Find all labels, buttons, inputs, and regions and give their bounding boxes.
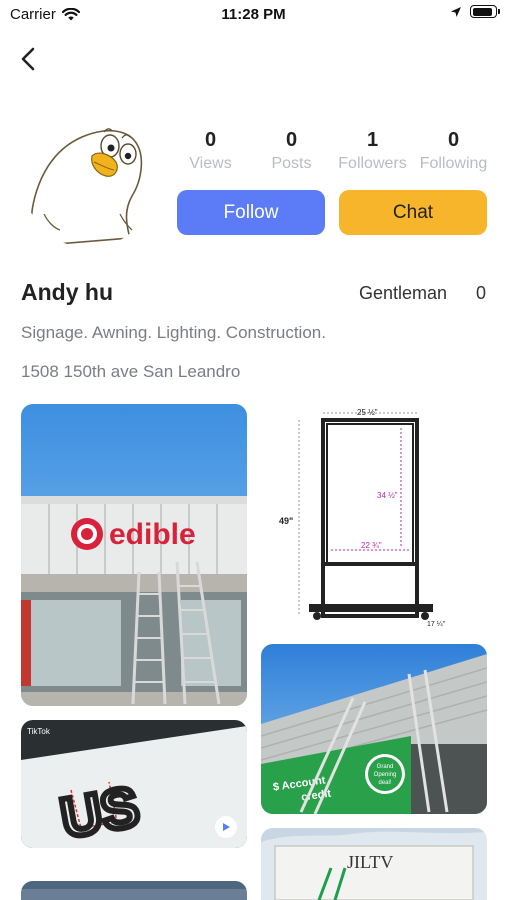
dim-inner-width-label: 22 ¾"	[361, 541, 382, 550]
follow-button[interactable]: Follow	[177, 190, 325, 235]
post-card-sky-partial[interactable]	[21, 881, 247, 900]
chevron-left-icon	[21, 47, 35, 71]
status-bar: Carrier 11:28 PM	[0, 0, 507, 30]
truck-photo: JILTV	[261, 828, 487, 900]
storefront-photo: edible	[21, 404, 247, 706]
stat-label: Posts	[271, 155, 312, 172]
stat-label: Views	[189, 155, 232, 172]
post-card-sign-stand[interactable]: 49" 25 ½" 34 ½" 22 ¾" 17 ¼"	[261, 404, 487, 630]
stat-views[interactable]: 0 Views	[170, 127, 251, 173]
battery-icon	[470, 5, 500, 18]
profile-stats: 0 Views 0 Posts 1 Followers 0 Following	[170, 127, 494, 173]
stat-value: 0	[204, 129, 217, 151]
stat-value: 0	[285, 129, 298, 151]
truck-text: JILTV	[347, 852, 393, 872]
rank-value: 0	[475, 283, 486, 303]
badge-line2: Opening	[374, 772, 397, 778]
status-time: 11:28 PM	[221, 6, 286, 23]
sky-photo	[21, 881, 247, 900]
dim-width-label: 25 ½"	[357, 408, 378, 417]
location-arrow-icon	[451, 6, 461, 17]
stat-following[interactable]: 0 Following	[413, 127, 494, 173]
post-card-storefront-banner[interactable]: $ Account credit Grand Opening deal!	[261, 644, 487, 814]
profile-bio: Signage. Awning. Lighting. Construction.	[21, 323, 326, 342]
avatar[interactable]	[24, 118, 154, 248]
chat-button[interactable]: Chat	[339, 190, 487, 235]
play-button[interactable]	[215, 816, 237, 838]
stat-posts[interactable]: 0 Posts	[251, 127, 332, 173]
storefront-sign-text: edible	[109, 518, 196, 551]
post-card-channel-letters[interactable]: TikTok US	[21, 720, 247, 848]
profile-name: Andy hu	[21, 279, 113, 305]
battery-fill	[472, 7, 493, 16]
stat-label: Following	[419, 155, 488, 172]
post-card-truck[interactable]: JILTV	[261, 828, 487, 900]
stat-label: Followers	[338, 155, 407, 172]
stat-value: 1	[366, 129, 379, 151]
sign-stand-diagram: 49" 25 ½" 34 ½" 22 ¾" 17 ¼"	[261, 404, 487, 630]
badge-line3: deal!	[378, 780, 391, 786]
badge-line1: Grand	[377, 764, 394, 770]
duck-avatar-illustration	[30, 128, 143, 247]
stat-value: 0	[447, 129, 460, 151]
channel-letters-text: US	[56, 774, 144, 848]
stat-followers[interactable]: 1 Followers	[332, 127, 413, 173]
play-icon	[223, 823, 230, 831]
back-button[interactable]	[14, 44, 44, 74]
dim-base-label: 17 ¼"	[427, 621, 446, 628]
profile-address: 1508 150th ave San Leandro	[21, 362, 241, 381]
rank-title: Gentleman	[358, 283, 447, 303]
dim-height-label: 49"	[279, 516, 293, 526]
post-card-storefront[interactable]: edible	[21, 404, 247, 706]
channel-letters-photo: TikTok US	[21, 720, 247, 848]
video-watermark-text: TikTok	[27, 727, 51, 736]
dim-inner-height-label: 34 ½"	[377, 491, 398, 500]
storefront-banner-photo: $ Account credit Grand Opening deal!	[261, 644, 487, 814]
